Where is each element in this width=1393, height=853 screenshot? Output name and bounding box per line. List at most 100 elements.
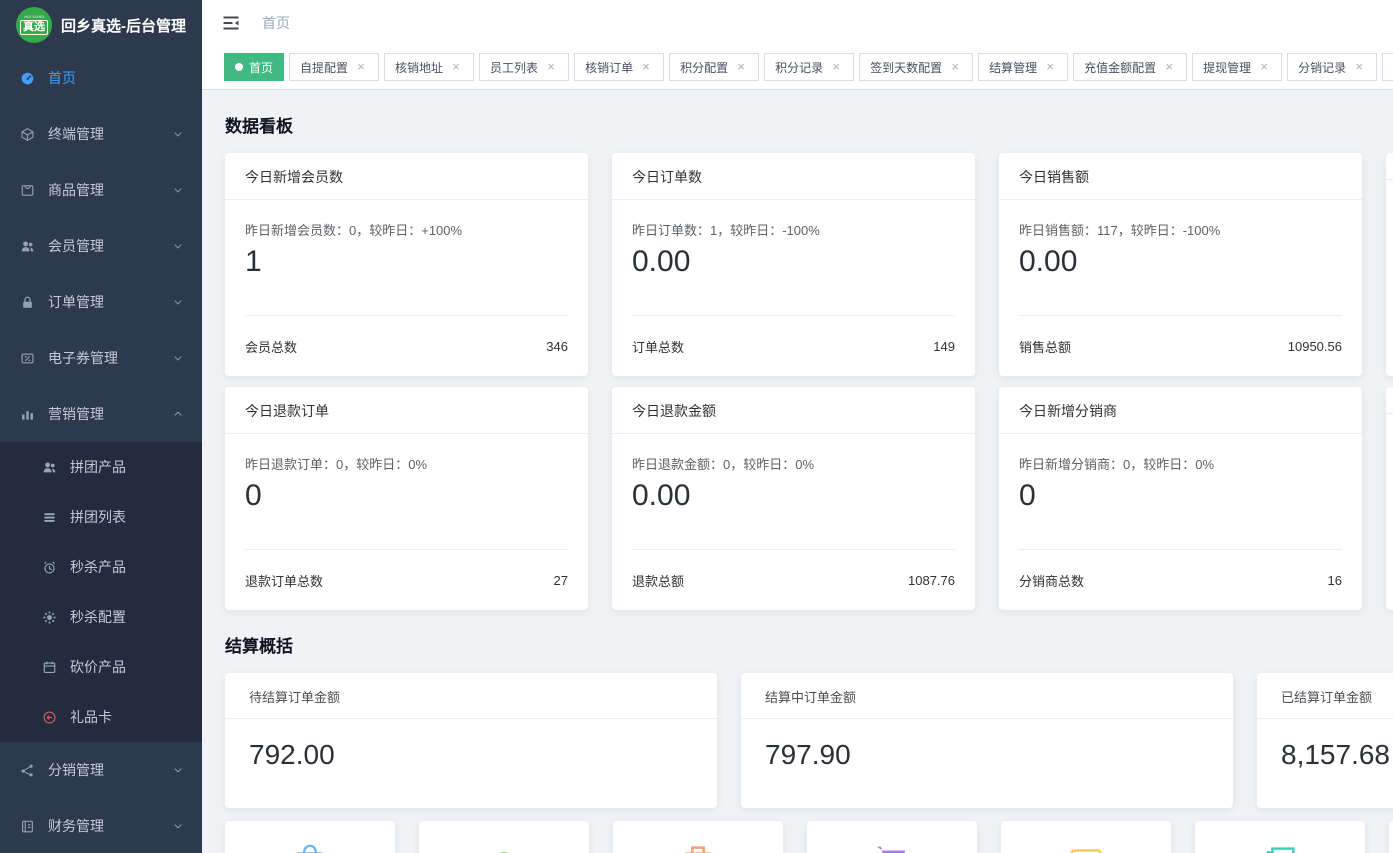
sidebar-subitem[interactable]: 秒杀产品 bbox=[0, 542, 202, 592]
stat-card-footer-value: 10950.56 bbox=[1288, 339, 1342, 354]
terminal-icon bbox=[20, 127, 35, 142]
tab-label: 充值金额配置 bbox=[1084, 59, 1156, 76]
main-column: 首页 首页 自提配置 × 核销地址 × 员工列表 × 核销订单 bbox=[202, 0, 1393, 853]
tab[interactable]: 充值金额配置 × bbox=[1073, 53, 1187, 81]
sidebar-item[interactable]: 会员管理 bbox=[0, 218, 202, 274]
flashsale-clock-icon bbox=[42, 560, 57, 575]
tab[interactable]: 首页 bbox=[224, 53, 284, 81]
sidebar-item-label: 分销管理 bbox=[48, 760, 172, 780]
settlement-card-title: 结算中订单金额 bbox=[741, 673, 1233, 719]
group-list-icon bbox=[42, 510, 57, 525]
stat-card-grid: 今日新增会员数 昨日新增会员数：0，较昨日：+100% 1 会员总数 346 今… bbox=[225, 153, 1393, 610]
quick-shortcut-card[interactable] bbox=[807, 821, 977, 853]
sidebar-item[interactable]: 首页 bbox=[0, 50, 202, 106]
tab[interactable]: 提现管理 × bbox=[1192, 53, 1282, 81]
stat-card-title bbox=[1386, 387, 1393, 414]
stat-card: 今日新增分销商 昨日新增分销商：0，较昨日：0% 0 分销商总数 16 bbox=[999, 387, 1362, 610]
sidebar-subitem-label: 拼团列表 bbox=[70, 507, 126, 527]
tab[interactable]: 积分记录 × bbox=[764, 53, 854, 81]
tab-label: 分销记录 bbox=[1298, 59, 1346, 76]
stat-card: 今日退款金额 昨日退款金额：0，较昨日：0% 0.00 退款总额 1087.76 bbox=[612, 387, 975, 610]
dashboard-content: 数据看板 今日新增会员数 昨日新增会员数：0，较昨日：+100% 1 会员总数 … bbox=[202, 90, 1393, 853]
sidebar-menu-bottom: 分销管理 财务管理 bbox=[0, 742, 202, 853]
sidebar-submenu-marketing: 拼团产品 拼团列表 秒杀产品 秒杀配置 砍价产品 礼品卡 bbox=[0, 442, 202, 742]
brand-logo-icon: HUI XIANG 真选 bbox=[16, 7, 52, 43]
settlement-card-value: 797.90 bbox=[741, 719, 1233, 771]
sidebar-subitem[interactable]: 砍价产品 bbox=[0, 642, 202, 692]
sidebar-subitem-label: 礼品卡 bbox=[70, 707, 112, 727]
close-icon[interactable]: × bbox=[734, 60, 748, 74]
tab[interactable]: 结算管理 × bbox=[978, 53, 1068, 81]
sidebar-item-label: 终端管理 bbox=[48, 124, 172, 144]
close-icon[interactable]: × bbox=[829, 60, 843, 74]
close-icon[interactable]: × bbox=[544, 60, 558, 74]
tab[interactable]: 积分配置 × bbox=[669, 53, 759, 81]
tab-label: 自提配置 bbox=[300, 59, 348, 76]
calendar-icon bbox=[42, 660, 57, 675]
sidebar-subitem[interactable]: 拼团列表 bbox=[0, 492, 202, 542]
sidebar-item[interactable]: 订单管理 bbox=[0, 274, 202, 330]
close-icon[interactable]: × bbox=[449, 60, 463, 74]
quick-shortcut-card[interactable] bbox=[419, 821, 589, 853]
brand-logo-subtext: HUI XIANG bbox=[24, 16, 44, 19]
quick-shortcut-card[interactable] bbox=[613, 821, 783, 853]
tab[interactable]: 签到天数配置 × bbox=[859, 53, 973, 81]
sidebar-item-label: 订单管理 bbox=[48, 292, 172, 312]
stat-card-value: 0.00 bbox=[1019, 245, 1342, 279]
sidebar-item[interactable]: 终端管理 bbox=[0, 106, 202, 162]
money-icon bbox=[1261, 841, 1299, 853]
sidebar-item-label: 电子券管理 bbox=[48, 348, 172, 368]
tab[interactable]: 自提配置 × bbox=[289, 53, 379, 81]
tab[interactable]: 核销地址 × bbox=[384, 53, 474, 81]
close-icon[interactable]: × bbox=[354, 60, 368, 74]
stat-card-footer-label: 会员总数 bbox=[245, 337, 297, 356]
top-header: 首页 bbox=[202, 0, 1393, 45]
quick-shortcut-card[interactable] bbox=[1389, 821, 1393, 853]
sidebar-item[interactable]: 电子券管理 bbox=[0, 330, 202, 386]
close-icon[interactable]: × bbox=[1257, 60, 1271, 74]
sidebar-subitem-label: 砍价产品 bbox=[70, 657, 126, 677]
stat-card-value: 0 bbox=[245, 479, 568, 513]
stat-card-footer-value: 346 bbox=[546, 339, 568, 354]
quick-shortcut-card[interactable] bbox=[1195, 821, 1365, 853]
section-title-settlement: 结算概括 bbox=[225, 632, 1370, 657]
close-icon[interactable]: × bbox=[1162, 60, 1176, 74]
stat-card: 今日新增会员数 昨日新增会员数：0，较昨日：+100% 1 会员总数 346 bbox=[225, 153, 588, 376]
close-icon[interactable]: × bbox=[639, 60, 653, 74]
tab[interactable]: 分销记录 × bbox=[1287, 53, 1377, 81]
close-icon[interactable]: × bbox=[1043, 60, 1057, 74]
tab-label: 结算管理 bbox=[989, 59, 1037, 76]
settlement-card-title: 已结算订单金额 bbox=[1257, 673, 1393, 719]
tab[interactable]: 员工列表 × bbox=[479, 53, 569, 81]
close-icon[interactable]: × bbox=[1352, 60, 1366, 74]
sidebar-subitem[interactable]: 拼团产品 bbox=[0, 442, 202, 492]
hamburger-icon[interactable] bbox=[222, 15, 240, 31]
settlement-card-grid: 待结算订单金额 792.00 结算中订单金额 797.90 已结算订单金额 8,… bbox=[225, 673, 1393, 808]
stat-card: 今日订单数 昨日订单数：1，较昨日：-100% 0.00 订单总数 149 bbox=[612, 153, 975, 376]
close-icon[interactable]: × bbox=[948, 60, 962, 74]
stat-card-footer-value: 149 bbox=[933, 339, 955, 354]
chevron-down-icon bbox=[172, 128, 184, 140]
tab-label: 提现管理 bbox=[1203, 59, 1251, 76]
sidebar-item[interactable]: 商品管理 bbox=[0, 162, 202, 218]
cart-icon bbox=[873, 841, 911, 853]
sidebar-item[interactable]: 营销管理 bbox=[0, 386, 202, 442]
chevron-down-icon bbox=[172, 820, 184, 832]
quick-shortcut-card[interactable] bbox=[225, 821, 395, 853]
tab[interactable]: 订单 × bbox=[1382, 53, 1393, 81]
stat-card: 今日销售额 昨日销售额：117，较昨日：-100% 0.00 销售总额 1095… bbox=[999, 153, 1362, 376]
tags-view-bar: 首页 自提配置 × 核销地址 × 员工列表 × 核销订单 × 积分配置 bbox=[202, 45, 1393, 90]
stat-card-footer-label: 销售总额 bbox=[1019, 337, 1071, 356]
giftcard-icon bbox=[42, 710, 57, 725]
sidebar-subitem[interactable]: 礼品卡 bbox=[0, 692, 202, 742]
tab[interactable]: 核销订单 × bbox=[574, 53, 664, 81]
sidebar-item[interactable]: 分销管理 bbox=[0, 742, 202, 798]
sidebar-item[interactable]: 财务管理 bbox=[0, 798, 202, 853]
sidebar-subitem[interactable]: 秒杀配置 bbox=[0, 592, 202, 642]
breadcrumb[interactable]: 首页 bbox=[262, 13, 290, 33]
quick-shortcut-card[interactable] bbox=[1001, 821, 1171, 853]
app-logo[interactable]: HUI XIANG 真选 回乡真选-后台管理 bbox=[0, 0, 202, 50]
stat-card-value: 0.00 bbox=[632, 245, 955, 279]
stat-card-subtitle: 昨日订单数：1，较昨日：-100% bbox=[632, 220, 955, 239]
stat-card bbox=[1386, 387, 1393, 610]
